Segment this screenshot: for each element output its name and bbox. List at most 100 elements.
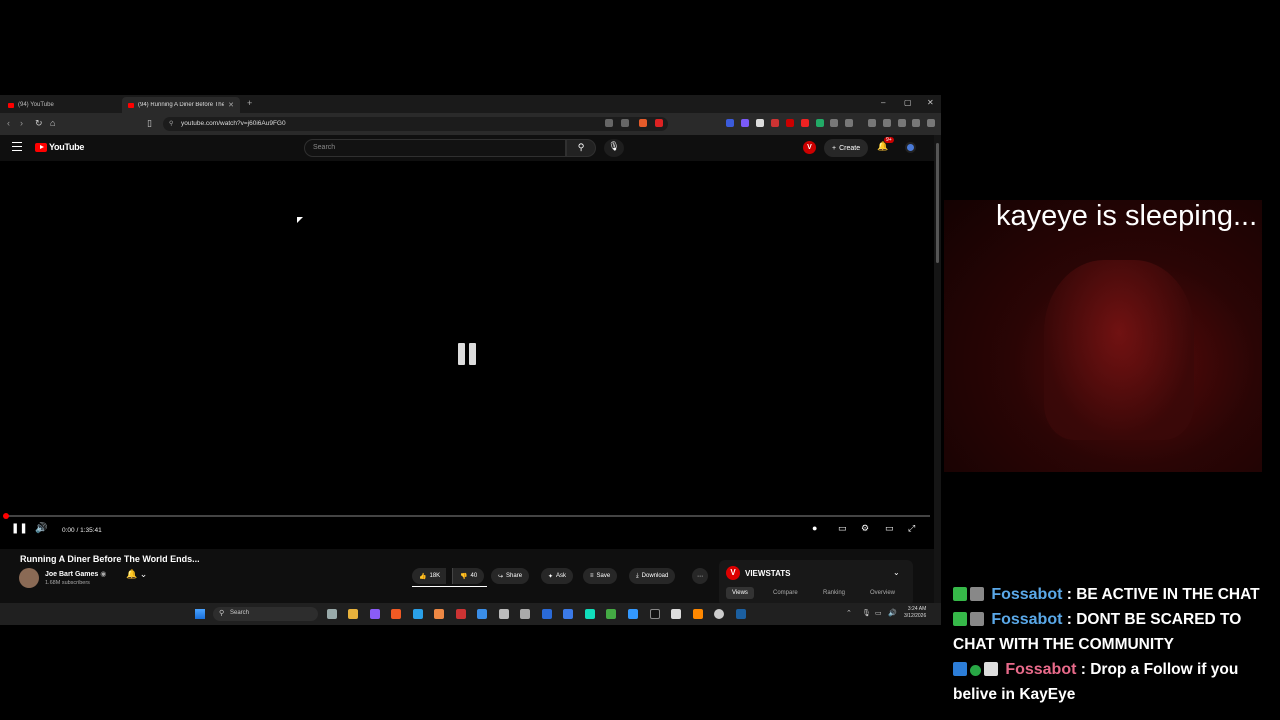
search-input[interactable]: Search <box>304 139 566 157</box>
progress-scrubber[interactable] <box>3 513 9 519</box>
taskbar-clock[interactable]: 3:24 AM 3/12/2026 <box>904 606 926 620</box>
app-icon[interactable] <box>606 609 616 619</box>
progress-bar[interactable] <box>3 513 930 519</box>
volume-icon[interactable]: 🔊 <box>888 609 897 617</box>
app-icon[interactable] <box>671 609 681 619</box>
youtube-logo[interactable]: YouTube <box>35 142 84 152</box>
network-icon[interactable]: ▭ <box>875 609 882 617</box>
guide-menu-icon[interactable] <box>12 142 22 151</box>
settings-gear-icon[interactable]: ⚙ <box>861 523 869 534</box>
extension-icon[interactable] <box>816 119 824 127</box>
windows-start-icon[interactable] <box>195 609 205 619</box>
extension-icon[interactable] <box>741 119 749 127</box>
extension-icon[interactable] <box>726 119 734 127</box>
reload-icon[interactable]: ↻ <box>35 118 43 129</box>
subtitles-icon[interactable]: ▭ <box>838 523 847 534</box>
channel-name-text: Joe Bart Games <box>45 571 99 578</box>
app-icon[interactable] <box>413 609 423 619</box>
app-icon[interactable] <box>477 609 487 619</box>
vlc-icon[interactable] <box>693 609 703 619</box>
home-icon[interactable]: ⌂ <box>50 118 55 128</box>
create-button[interactable]: + Create <box>824 139 869 157</box>
viewstats-extension-icon[interactable]: V <box>803 141 816 154</box>
extensions-puzzle-icon[interactable] <box>830 119 838 127</box>
wallet-icon[interactable] <box>883 119 891 127</box>
extension-icon[interactable] <box>898 119 906 127</box>
brave-browser-icon[interactable] <box>391 609 401 619</box>
chat-message: Fossabot : BE ACTIVE IN THE CHAT <box>953 582 1273 607</box>
chevron-down-icon[interactable]: ⌄ <box>893 568 900 577</box>
minimize-icon[interactable]: – <box>881 98 885 107</box>
app-icon[interactable] <box>542 609 552 619</box>
extension-icon[interactable] <box>845 119 853 127</box>
tab-youtube-home[interactable]: (94) YouTube <box>2 97 120 113</box>
file-explorer-icon[interactable] <box>348 609 358 619</box>
app-icon[interactable] <box>563 609 573 619</box>
dislike-button[interactable]: 👎 40 <box>452 568 485 584</box>
steam-icon[interactable] <box>736 609 746 619</box>
video-player[interactable]: ❚❚ 🔊 0:00 / 1:35:41 ● ▭ ⚙ ▭ ⤢ <box>0 161 934 549</box>
subscription-bell-icon[interactable]: 🔔 ⌄ <box>126 569 147 580</box>
viewstats-tab-ranking[interactable]: Ranking <box>817 587 851 599</box>
taskbar-search[interactable]: ⚲ Search <box>213 607 318 621</box>
channel-name[interactable]: Joe Bart Games ◉ <box>45 570 106 578</box>
save-button[interactable]: ≡ Save <box>583 568 618 584</box>
app-icon[interactable] <box>456 609 466 619</box>
app-icon[interactable] <box>370 609 380 619</box>
sidebar-icon[interactable] <box>868 119 876 127</box>
new-tab-icon[interactable]: + <box>247 98 252 108</box>
vpn-icon[interactable] <box>912 119 920 127</box>
app-icon[interactable] <box>434 609 444 619</box>
edge-icon[interactable] <box>585 609 595 619</box>
ask-label: Ask <box>556 573 567 579</box>
menu-icon[interactable] <box>927 119 935 127</box>
settings-app-icon[interactable] <box>520 609 530 619</box>
viewstats-tab-views[interactable]: Views <box>726 587 754 599</box>
autoplay-toggle[interactable]: ● <box>812 523 817 533</box>
theater-mode-icon[interactable]: ▭ <box>885 523 894 534</box>
site-info-icon[interactable]: ⚲ <box>169 120 173 127</box>
viewstats-tab-overview[interactable]: Overview <box>864 587 901 599</box>
page-scrollbar[interactable] <box>934 135 941 603</box>
search-button[interactable]: ⚲ <box>566 139 596 157</box>
extension-icon[interactable] <box>786 119 794 127</box>
maximize-icon[interactable]: ▢ <box>904 98 912 107</box>
scrollbar-thumb[interactable] <box>936 143 939 263</box>
ask-button[interactable]: ✦ Ask <box>541 568 574 584</box>
tab-video[interactable]: (94) Running A Diner Before The ✕ <box>122 97 240 113</box>
extension-icon[interactable] <box>801 119 809 127</box>
app-icon[interactable] <box>499 609 509 619</box>
back-icon[interactable]: ‹ <box>7 118 10 128</box>
account-avatar[interactable] <box>905 142 916 153</box>
like-button[interactable]: 👍 18K <box>412 568 447 584</box>
close-tab-icon[interactable]: ✕ <box>228 101 234 109</box>
video-info: Running A Diner Before The World Ends...… <box>0 549 941 606</box>
share-button[interactable]: ↪ Share <box>491 568 530 584</box>
viewstats-tab-compare[interactable]: Compare <box>767 587 804 599</box>
app-icon[interactable] <box>628 609 638 619</box>
extension-icon[interactable] <box>756 119 764 127</box>
show-hidden-icons-icon[interactable]: ⌃ <box>846 609 852 617</box>
share-page-icon[interactable] <box>621 119 629 127</box>
download-button[interactable]: ⤓ Download <box>629 568 676 584</box>
vip-badge-icon <box>953 662 967 676</box>
channel-avatar[interactable] <box>19 568 39 588</box>
url-field[interactable]: ⚲ youtube.com/watch?v=j60i6Au9FG0 <box>163 117 668 131</box>
cast-icon[interactable] <box>605 119 613 127</box>
voice-search-button[interactable]: 🎙 <box>604 139 624 157</box>
microphone-icon[interactable]: 🎙 <box>862 609 871 617</box>
bookmark-icon[interactable]: ▯ <box>147 118 152 129</box>
extension-icon[interactable] <box>771 119 779 127</box>
task-view-icon[interactable] <box>327 609 337 619</box>
forward-icon[interactable]: › <box>20 118 23 128</box>
app-icon[interactable] <box>714 609 724 619</box>
brave-rewards-icon[interactable] <box>655 119 663 127</box>
chat-overlay: Fossabot : BE ACTIVE IN THE CHAT Fossabo… <box>953 582 1273 707</box>
fullscreen-icon[interactable]: ⤢ <box>908 523 915 534</box>
more-actions-button[interactable]: ⋯ <box>692 568 708 584</box>
brave-shield-icon[interactable] <box>639 119 647 127</box>
pause-button[interactable]: ❚❚ <box>11 523 28 534</box>
volume-icon[interactable]: 🔊 <box>35 523 47 534</box>
tiktok-icon[interactable] <box>650 609 660 619</box>
close-window-icon[interactable]: ✕ <box>927 98 934 107</box>
